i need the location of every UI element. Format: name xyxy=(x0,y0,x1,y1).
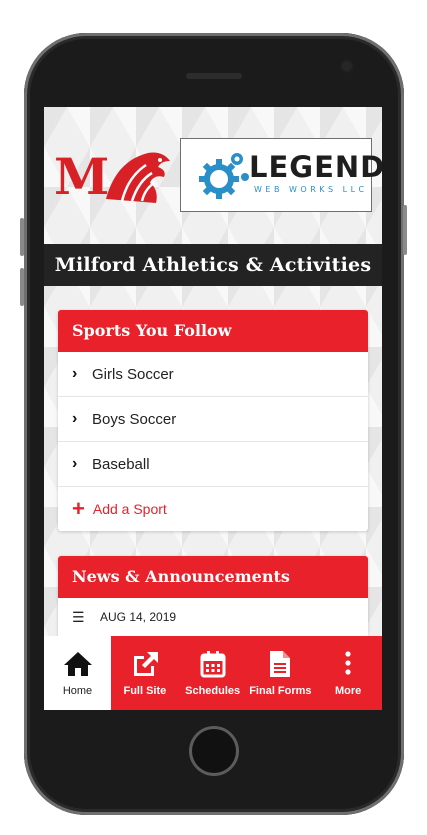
logo-header: M LEGEND WEB WORKS LLC xyxy=(44,107,382,247)
volume-button xyxy=(20,268,24,306)
nav-more-label: More xyxy=(334,684,362,697)
news-date: AUG 14, 2019 xyxy=(100,610,177,624)
sponsor-tagline: WEB WORKS LLC xyxy=(254,185,368,194)
page-title: Milford Athletics & Activities xyxy=(44,244,382,286)
document-icon xyxy=(270,650,291,677)
followed-sport-label: Baseball xyxy=(92,455,150,473)
plus-icon: + xyxy=(72,496,85,521)
nav-full-site[interactable]: Full Site xyxy=(111,636,179,710)
school-logo: M xyxy=(54,149,172,205)
volume-button xyxy=(20,218,24,256)
sponsor-name: LEGEND xyxy=(249,150,382,184)
nav-schedules-label: Schedules xyxy=(185,684,241,697)
bottom-nav: Home Full Site Schedules Final Forms Mor… xyxy=(44,636,382,710)
chevron-right-icon: › xyxy=(72,455,78,472)
followed-sport-item[interactable]: › Baseball xyxy=(58,442,368,487)
home-hardware-button[interactable] xyxy=(192,729,236,773)
add-sport-label: Add a Sport xyxy=(92,501,167,517)
app-screen: M LEGEND WEB WORKS LLC Milford Athletics… xyxy=(44,107,382,710)
home-icon xyxy=(63,651,92,676)
eagle-icon xyxy=(106,152,170,203)
followed-sport-label: Boys Soccer xyxy=(92,410,177,428)
external-link-icon xyxy=(133,651,158,676)
nav-final-forms-label: Final Forms xyxy=(249,684,312,697)
nav-home[interactable]: Home xyxy=(44,636,111,710)
nav-home-label: Home xyxy=(62,684,93,697)
news-card: News & Announcements ☰ AUG 14, 2019 xyxy=(58,556,368,646)
followed-sport-item[interactable]: › Boys Soccer xyxy=(58,397,368,442)
chevron-right-icon: › xyxy=(72,365,78,382)
school-logo-letter: M xyxy=(54,147,109,206)
front-camera xyxy=(342,61,352,71)
sponsor-logo[interactable]: LEGEND WEB WORKS LLC xyxy=(180,138,382,212)
followed-sport-label: Girls Soccer xyxy=(92,365,174,383)
chevron-right-icon: › xyxy=(72,410,78,427)
sports-follow-card: Sports You Follow › Girls Soccer › Boys … xyxy=(58,310,368,531)
sports-follow-title: Sports You Follow xyxy=(58,310,368,352)
gears-icon xyxy=(199,153,249,199)
more-vertical-icon xyxy=(345,650,351,675)
news-item[interactable]: ☰ AUG 14, 2019 xyxy=(58,598,368,636)
news-title: News & Announcements xyxy=(58,556,368,598)
nav-final-forms[interactable]: Final Forms xyxy=(247,636,315,710)
power-button xyxy=(403,205,407,255)
followed-sport-item[interactable]: › Girls Soccer xyxy=(58,352,368,397)
nav-full-site-label: Full Site xyxy=(123,684,167,697)
speaker-grille xyxy=(186,73,242,79)
menu-icon: ☰ xyxy=(72,608,85,625)
add-sport-button[interactable]: + Add a Sport xyxy=(58,487,368,531)
nav-more[interactable]: More xyxy=(314,636,382,710)
calendar-icon xyxy=(200,650,226,677)
nav-schedules[interactable]: Schedules xyxy=(179,636,247,710)
